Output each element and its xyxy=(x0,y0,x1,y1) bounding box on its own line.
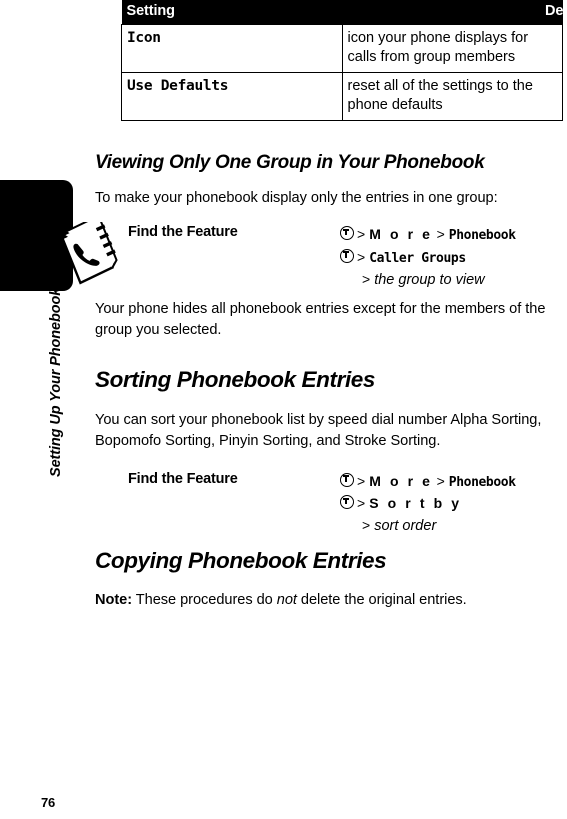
column-header-setting: Setting xyxy=(121,0,342,25)
section-heading-viewing-group: Viewing Only One Group in Your Phonebook xyxy=(95,152,485,174)
note-label: Note: xyxy=(95,592,133,609)
find-the-feature-path: > M o r e > Phonebook > Caller Groups > … xyxy=(340,224,567,291)
path-separator: > xyxy=(436,226,445,243)
menu-item-sort-order: sort order xyxy=(374,517,437,534)
find-the-feature-path: > M o r e > Phonebook > S o r t b y > so… xyxy=(340,471,567,537)
setting-name: Use Defaults xyxy=(121,72,343,122)
note-paragraph: Note: These procedures do not delete the… xyxy=(95,590,567,611)
menu-path-line: > Caller Groups xyxy=(340,247,567,270)
find-the-feature-label: Find the Feature xyxy=(128,224,238,241)
table-row: Icon icon your phone displays for calls … xyxy=(121,23,563,74)
note-text-post: delete the original entries. xyxy=(296,592,467,609)
note-emphasis: not xyxy=(276,592,297,609)
path-separator: > xyxy=(357,248,366,265)
find-the-feature-block-2: Find the Feature > M o r e > Phonebook >… xyxy=(95,471,567,537)
path-separator: > xyxy=(436,472,445,489)
menu-path-line: > sort order xyxy=(340,515,567,537)
section-intro-viewing-group: To make your phonebook display only the … xyxy=(95,190,498,207)
find-the-feature-block-1: Find the Feature > M o r e > Phonebook >… xyxy=(95,224,567,291)
menu-item-phonebook: Phonebook xyxy=(448,474,516,490)
path-separator: > xyxy=(357,472,366,489)
setting-description: reset all of the settings to the phone d… xyxy=(341,72,563,122)
table-row: Use Defaults reset all of the settings t… xyxy=(121,72,563,122)
menu-item-caller-groups: Caller Groups xyxy=(369,250,466,266)
column-header-description: Description xyxy=(342,0,567,25)
menu-key-icon xyxy=(340,495,354,510)
menu-key-icon xyxy=(340,226,354,241)
menu-item-sort-by: S o r t b y xyxy=(369,495,462,512)
menu-key-icon xyxy=(340,248,354,263)
path-separator: > xyxy=(357,226,366,243)
note-text-pre: These procedures do xyxy=(132,592,277,609)
path-separator: > xyxy=(357,495,366,512)
menu-path-line: > M o r e > Phonebook xyxy=(340,471,567,494)
menu-item-phonebook: Phonebook xyxy=(448,228,516,244)
running-head: Setting Up Your Phonebook xyxy=(48,287,64,477)
menu-path-line: > M o r e > Phonebook xyxy=(340,224,567,247)
menu-item-more: M o r e xyxy=(369,472,433,489)
menu-item-group-to-view: the group to view xyxy=(374,272,485,289)
setting-description: icon your phone displays for calls from … xyxy=(341,23,563,74)
page-number: 76 xyxy=(41,795,56,810)
path-separator: > xyxy=(362,271,371,288)
section-outro-viewing-group: Your phone hides all phonebook entries e… xyxy=(95,300,546,338)
page-content: Setting Description Icon icon your phone… xyxy=(95,0,567,611)
section-intro-sorting: You can sort your phonebook list by spee… xyxy=(95,411,542,449)
section-heading-copying: Copying Phonebook Entries xyxy=(95,548,387,574)
section-heading-sorting: Sorting Phonebook Entries xyxy=(95,366,376,392)
menu-path-line: > the group to view xyxy=(340,269,567,291)
menu-key-icon xyxy=(340,472,354,487)
settings-table: Setting Description Icon icon your phone… xyxy=(121,0,567,122)
find-the-feature-label: Find the Feature xyxy=(128,470,238,487)
menu-path-line: > S o r t b y xyxy=(340,493,567,515)
setting-name: Icon xyxy=(121,23,343,74)
menu-item-more: M o r e xyxy=(369,226,433,243)
table-header-row: Setting Description xyxy=(121,0,567,25)
path-separator: > xyxy=(362,516,371,533)
